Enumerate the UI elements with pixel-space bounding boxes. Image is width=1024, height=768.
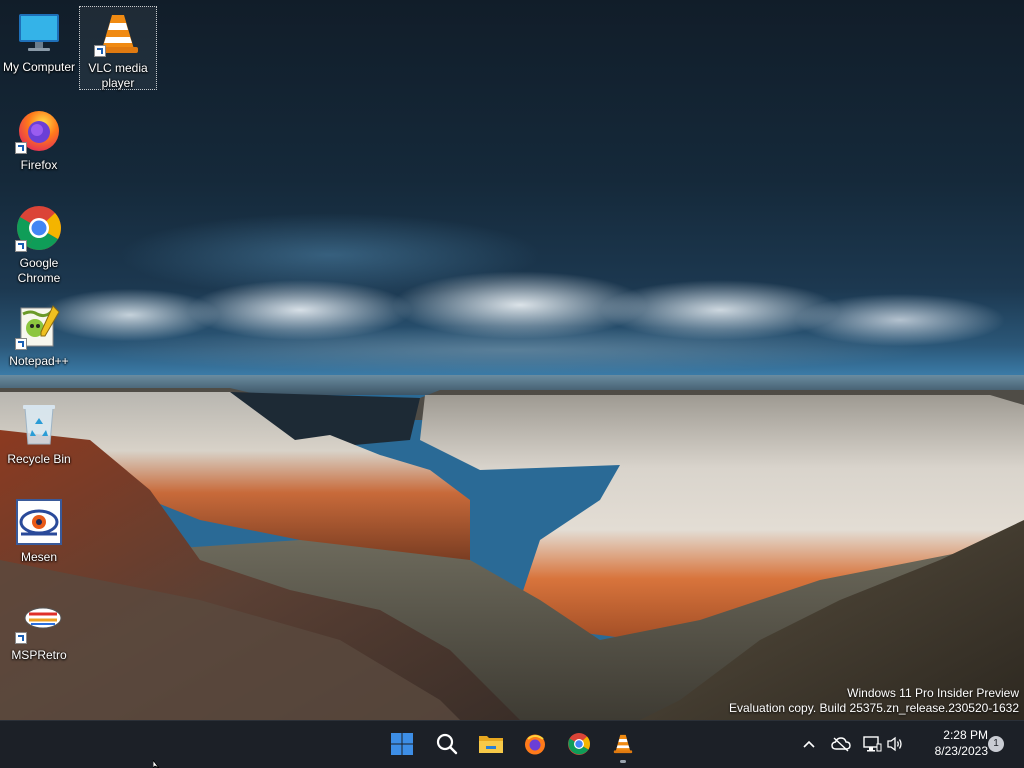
windows-watermark: Windows 11 Pro Insider Preview Evaluatio… [729,686,1019,716]
watermark-edition: Windows 11 Pro Insider Preview [847,686,1019,700]
desktop-icon-my-computer[interactable]: My Computer [1,6,77,75]
start-button[interactable] [382,724,422,764]
file-explorer-button[interactable] [471,724,511,764]
firefox-icon [15,106,63,154]
file-explorer-icon [479,736,503,753]
desktop-icon-google-chrome[interactable]: Google Chrome [1,202,77,286]
mouse-cursor-icon [153,760,160,768]
network-icon [863,736,882,752]
clock-date: 8/23/2023 [934,744,988,758]
show-hidden-icons-button[interactable] [797,732,821,756]
desktop-icon-notepad-plus-plus[interactable]: Notepad++ [1,300,77,369]
speaker-icon [887,736,902,752]
watermark-build: Evaluation copy. Build 25375.zn_release.… [729,701,1019,715]
vlc-cone-icon [94,9,142,57]
cloud-off-icon [831,737,851,752]
volume-button[interactable] [883,732,907,756]
desktop-icon-mesen[interactable]: Mesen [1,496,77,565]
taskbar-vlc-button[interactable] [603,724,643,764]
chevron-up-icon [803,740,815,748]
monitor-icon [15,8,63,56]
shortcut-arrow-icon [15,142,27,154]
taskbar-chrome-button[interactable] [559,724,599,764]
shortcut-arrow-icon [94,45,106,57]
clock-time: 2:28 PM [943,728,988,742]
taskbar-firefox-button[interactable] [515,724,555,764]
chrome-icon [15,204,63,252]
firefox-icon [525,734,545,755]
desktop-icon-firefox[interactable]: Firefox [1,104,77,173]
running-indicator [620,760,626,763]
mspretro-icon [15,596,63,644]
desktop-icon-recycle-bin[interactable]: Recycle Bin [1,398,77,467]
desktop-icon-mspretro[interactable]: MSPRetro [1,594,77,663]
desktop-wallpaper[interactable] [0,0,1024,720]
network-button[interactable] [860,732,884,756]
search-button[interactable] [427,724,467,764]
notepad-plus-plus-icon [15,302,63,350]
shortcut-arrow-icon [15,632,27,644]
shortcut-arrow-icon [15,338,27,350]
taskbar-clock[interactable]: 2:28 PM 8/23/2023 [916,727,988,759]
notification-badge[interactable]: 1 [988,736,1004,752]
desktop-icon-vlc[interactable]: VLC media player [79,6,157,90]
chrome-icon [568,733,590,755]
search-icon [436,733,458,755]
wallpaper-canyon [0,388,1024,720]
onedrive-button[interactable] [829,732,853,756]
shortcut-arrow-icon [15,240,27,252]
recycle-bin-icon [15,400,63,448]
start-icon [391,733,413,755]
mesen-icon [15,498,63,546]
vlc-icon [613,734,633,754]
